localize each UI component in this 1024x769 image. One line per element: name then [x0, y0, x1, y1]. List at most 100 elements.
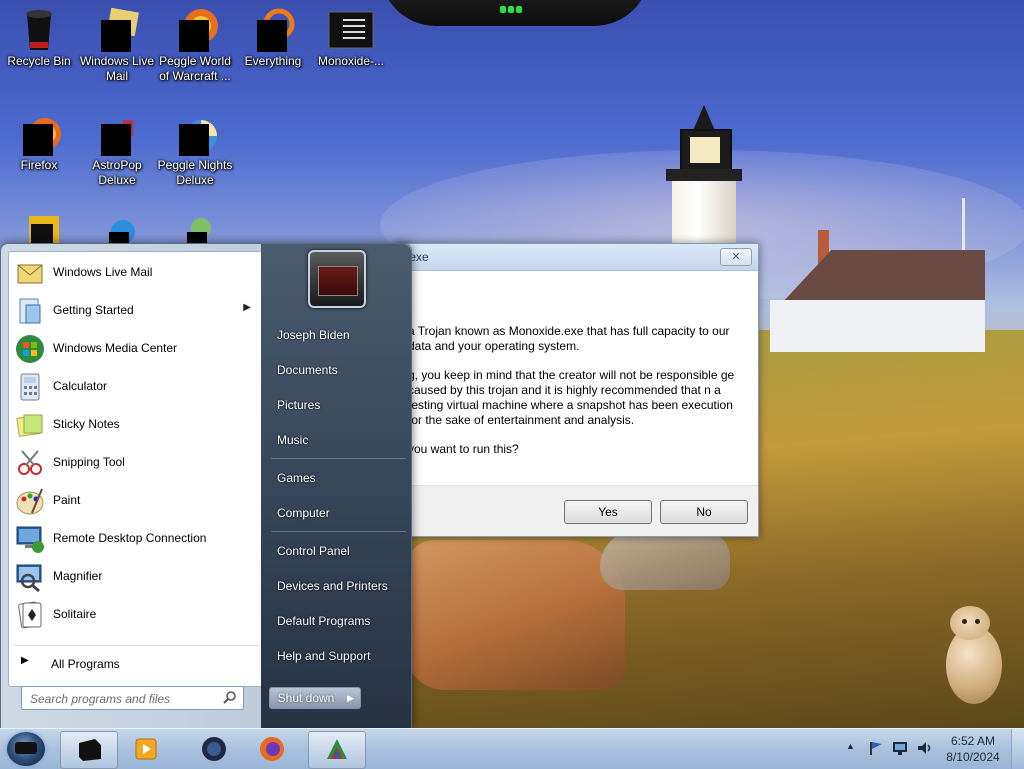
- desktop-icon-firefox[interactable]: Firefox: [0, 112, 78, 173]
- monoxide-icon: [75, 737, 103, 763]
- hamster-eye: [962, 619, 967, 624]
- dialog-titlebar[interactable]: .exe ✕: [396, 244, 758, 271]
- start-search-box[interactable]: [21, 686, 244, 710]
- program-windows-media-center[interactable]: Windows Media Center: [14, 330, 257, 366]
- program-label: Getting Started: [53, 303, 134, 317]
- program-remote-desktop-connection[interactable]: Remote Desktop Connection: [14, 520, 257, 556]
- show-desktop-button[interactable]: [1011, 729, 1024, 769]
- games-link[interactable]: Games: [277, 467, 405, 489]
- default-programs-link[interactable]: Default Programs: [277, 610, 405, 632]
- indicator-dot: [500, 6, 506, 13]
- program-snipping-tool[interactable]: Snipping Tool: [14, 444, 257, 480]
- pictures-link[interactable]: Pictures: [277, 394, 405, 416]
- program-calculator[interactable]: Calculator: [14, 368, 257, 404]
- hamster-eye: [975, 619, 980, 624]
- control-panel-link[interactable]: Control Panel: [277, 540, 405, 562]
- hamster-head: [950, 606, 990, 640]
- icon-label: Peggle World of Warcraft ...: [159, 54, 231, 83]
- program-paint[interactable]: Paint: [14, 482, 257, 518]
- user-name-link[interactable]: Joseph Biden: [277, 324, 405, 346]
- all-programs-arrow-icon: ▶: [21, 655, 29, 666]
- all-programs-label: All Programs: [51, 657, 120, 671]
- taskbar: ▲ 6:52 AM 8/10/2024: [0, 728, 1024, 769]
- computer-link[interactable]: Computer: [277, 502, 405, 524]
- taskbar-button-firefox[interactable]: [244, 731, 300, 767]
- taskbar-button-installer[interactable]: [308, 731, 366, 769]
- volume-icon[interactable]: [916, 740, 932, 756]
- rocks: [405, 540, 625, 690]
- house: [770, 230, 985, 352]
- shut-down-options-arrow-icon[interactable]: ▶: [341, 687, 361, 709]
- sticky-notes-icon: [14, 409, 46, 441]
- icon-label: Everything: [244, 54, 302, 68]
- program-label: Remote Desktop Connection: [53, 531, 207, 545]
- desktop-icon-windows-live-mail[interactable]: Windows Live Mail: [78, 7, 156, 84]
- taskbar-button-media-player[interactable]: [118, 731, 174, 767]
- top-notch-overlay: [380, 0, 650, 26]
- dialog-button-bar: Yes No: [396, 485, 758, 536]
- start-menu-places-pane: Joseph Biden Documents Pictures Music Ga…: [261, 244, 411, 729]
- start-button[interactable]: [4, 729, 50, 769]
- action-center-flag-icon[interactable]: [868, 740, 884, 756]
- hamster-image: [940, 606, 1002, 706]
- program-label: Magnifier: [53, 569, 103, 583]
- taskbar-button-monoxide[interactable]: [60, 731, 118, 769]
- help-and-support-link[interactable]: Help and Support: [277, 645, 405, 667]
- desktop-icon-everything[interactable]: Everything: [234, 8, 312, 69]
- desktop-icon-astropop-deluxe[interactable]: AstroPop Deluxe: [78, 112, 156, 188]
- desktop-icon-recycle-bin[interactable]: Recycle Bin: [0, 8, 78, 69]
- icon-label: AstroPop Deluxe: [92, 158, 142, 187]
- icon-label: Windows Live Mail: [79, 54, 155, 83]
- house-wall: [770, 300, 985, 352]
- redaction-box: [179, 124, 209, 156]
- documents-link[interactable]: Documents: [277, 359, 405, 381]
- program-solitaire[interactable]: Solitaire: [14, 596, 257, 632]
- indicator-dot: [516, 6, 522, 13]
- start-search-input[interactable]: [28, 690, 217, 708]
- redaction-box: [23, 124, 53, 156]
- no-button[interactable]: No: [660, 500, 748, 524]
- calculator-icon: [14, 371, 46, 403]
- media-center-icon: [14, 333, 46, 365]
- program-sticky-notes[interactable]: Sticky Notes: [14, 406, 257, 442]
- getting-started-icon: [14, 295, 46, 327]
- paint-icon: [14, 485, 46, 517]
- program-label: Paint: [53, 493, 81, 507]
- remote-desktop-icon: [14, 523, 46, 555]
- program-windows-live-mail[interactable]: Windows Live Mail: [14, 254, 257, 290]
- monoxide-icon: [327, 8, 375, 52]
- desktop-icon-peggle-world-of-warcraft[interactable]: Peggle World of Warcraft ...: [156, 8, 234, 84]
- redaction-box: [101, 124, 131, 156]
- yes-button[interactable]: Yes: [564, 500, 652, 524]
- all-programs-button[interactable]: ▶ All Programs: [21, 652, 251, 674]
- taskbar-button-app[interactable]: [186, 731, 242, 767]
- dialog-close-button[interactable]: ✕: [720, 248, 752, 266]
- monoxide-warning-dialog: .exe ✕ a Trojan known as Monoxide.exe th…: [395, 243, 759, 537]
- snipping-tool-icon: [14, 447, 46, 479]
- media-player-icon: [132, 736, 160, 762]
- system-clock[interactable]: 6:52 AM 8/10/2024: [943, 733, 1003, 765]
- user-avatar[interactable]: [308, 250, 366, 308]
- desktop-icon-peggle-nights-deluxe[interactable]: Peggle Nights Deluxe: [156, 112, 234, 188]
- submenu-arrow-icon: ▶: [243, 302, 251, 313]
- start-menu: Windows Live Mail Getting Started ▶ Wind…: [0, 243, 412, 730]
- network-icon[interactable]: [892, 740, 908, 756]
- program-label: Snipping Tool: [53, 455, 125, 469]
- devices-and-printers-link[interactable]: Devices and Printers: [277, 575, 405, 597]
- redaction-box: [101, 20, 131, 52]
- start-menu-programs-pane: Windows Live Mail Getting Started ▶ Wind…: [8, 251, 263, 687]
- shut-down-button[interactable]: Shut down: [269, 687, 343, 709]
- mail-icon: [93, 7, 141, 52]
- show-hidden-icons-button[interactable]: ▲: [846, 741, 855, 751]
- programs-divider: [14, 645, 259, 646]
- program-magnifier[interactable]: Magnifier: [14, 558, 257, 594]
- icon-label: Recycle Bin: [7, 54, 71, 68]
- desktop-icon-monoxide[interactable]: Monoxide-...: [312, 8, 390, 69]
- music-link[interactable]: Music: [277, 429, 405, 451]
- firefox-icon: [15, 112, 63, 156]
- program-label: Sticky Notes: [53, 417, 120, 431]
- lighthouse: [666, 105, 742, 261]
- search-icon[interactable]: [223, 690, 237, 704]
- program-getting-started[interactable]: Getting Started ▶: [14, 292, 257, 328]
- lighthouse-gallery: [666, 169, 742, 181]
